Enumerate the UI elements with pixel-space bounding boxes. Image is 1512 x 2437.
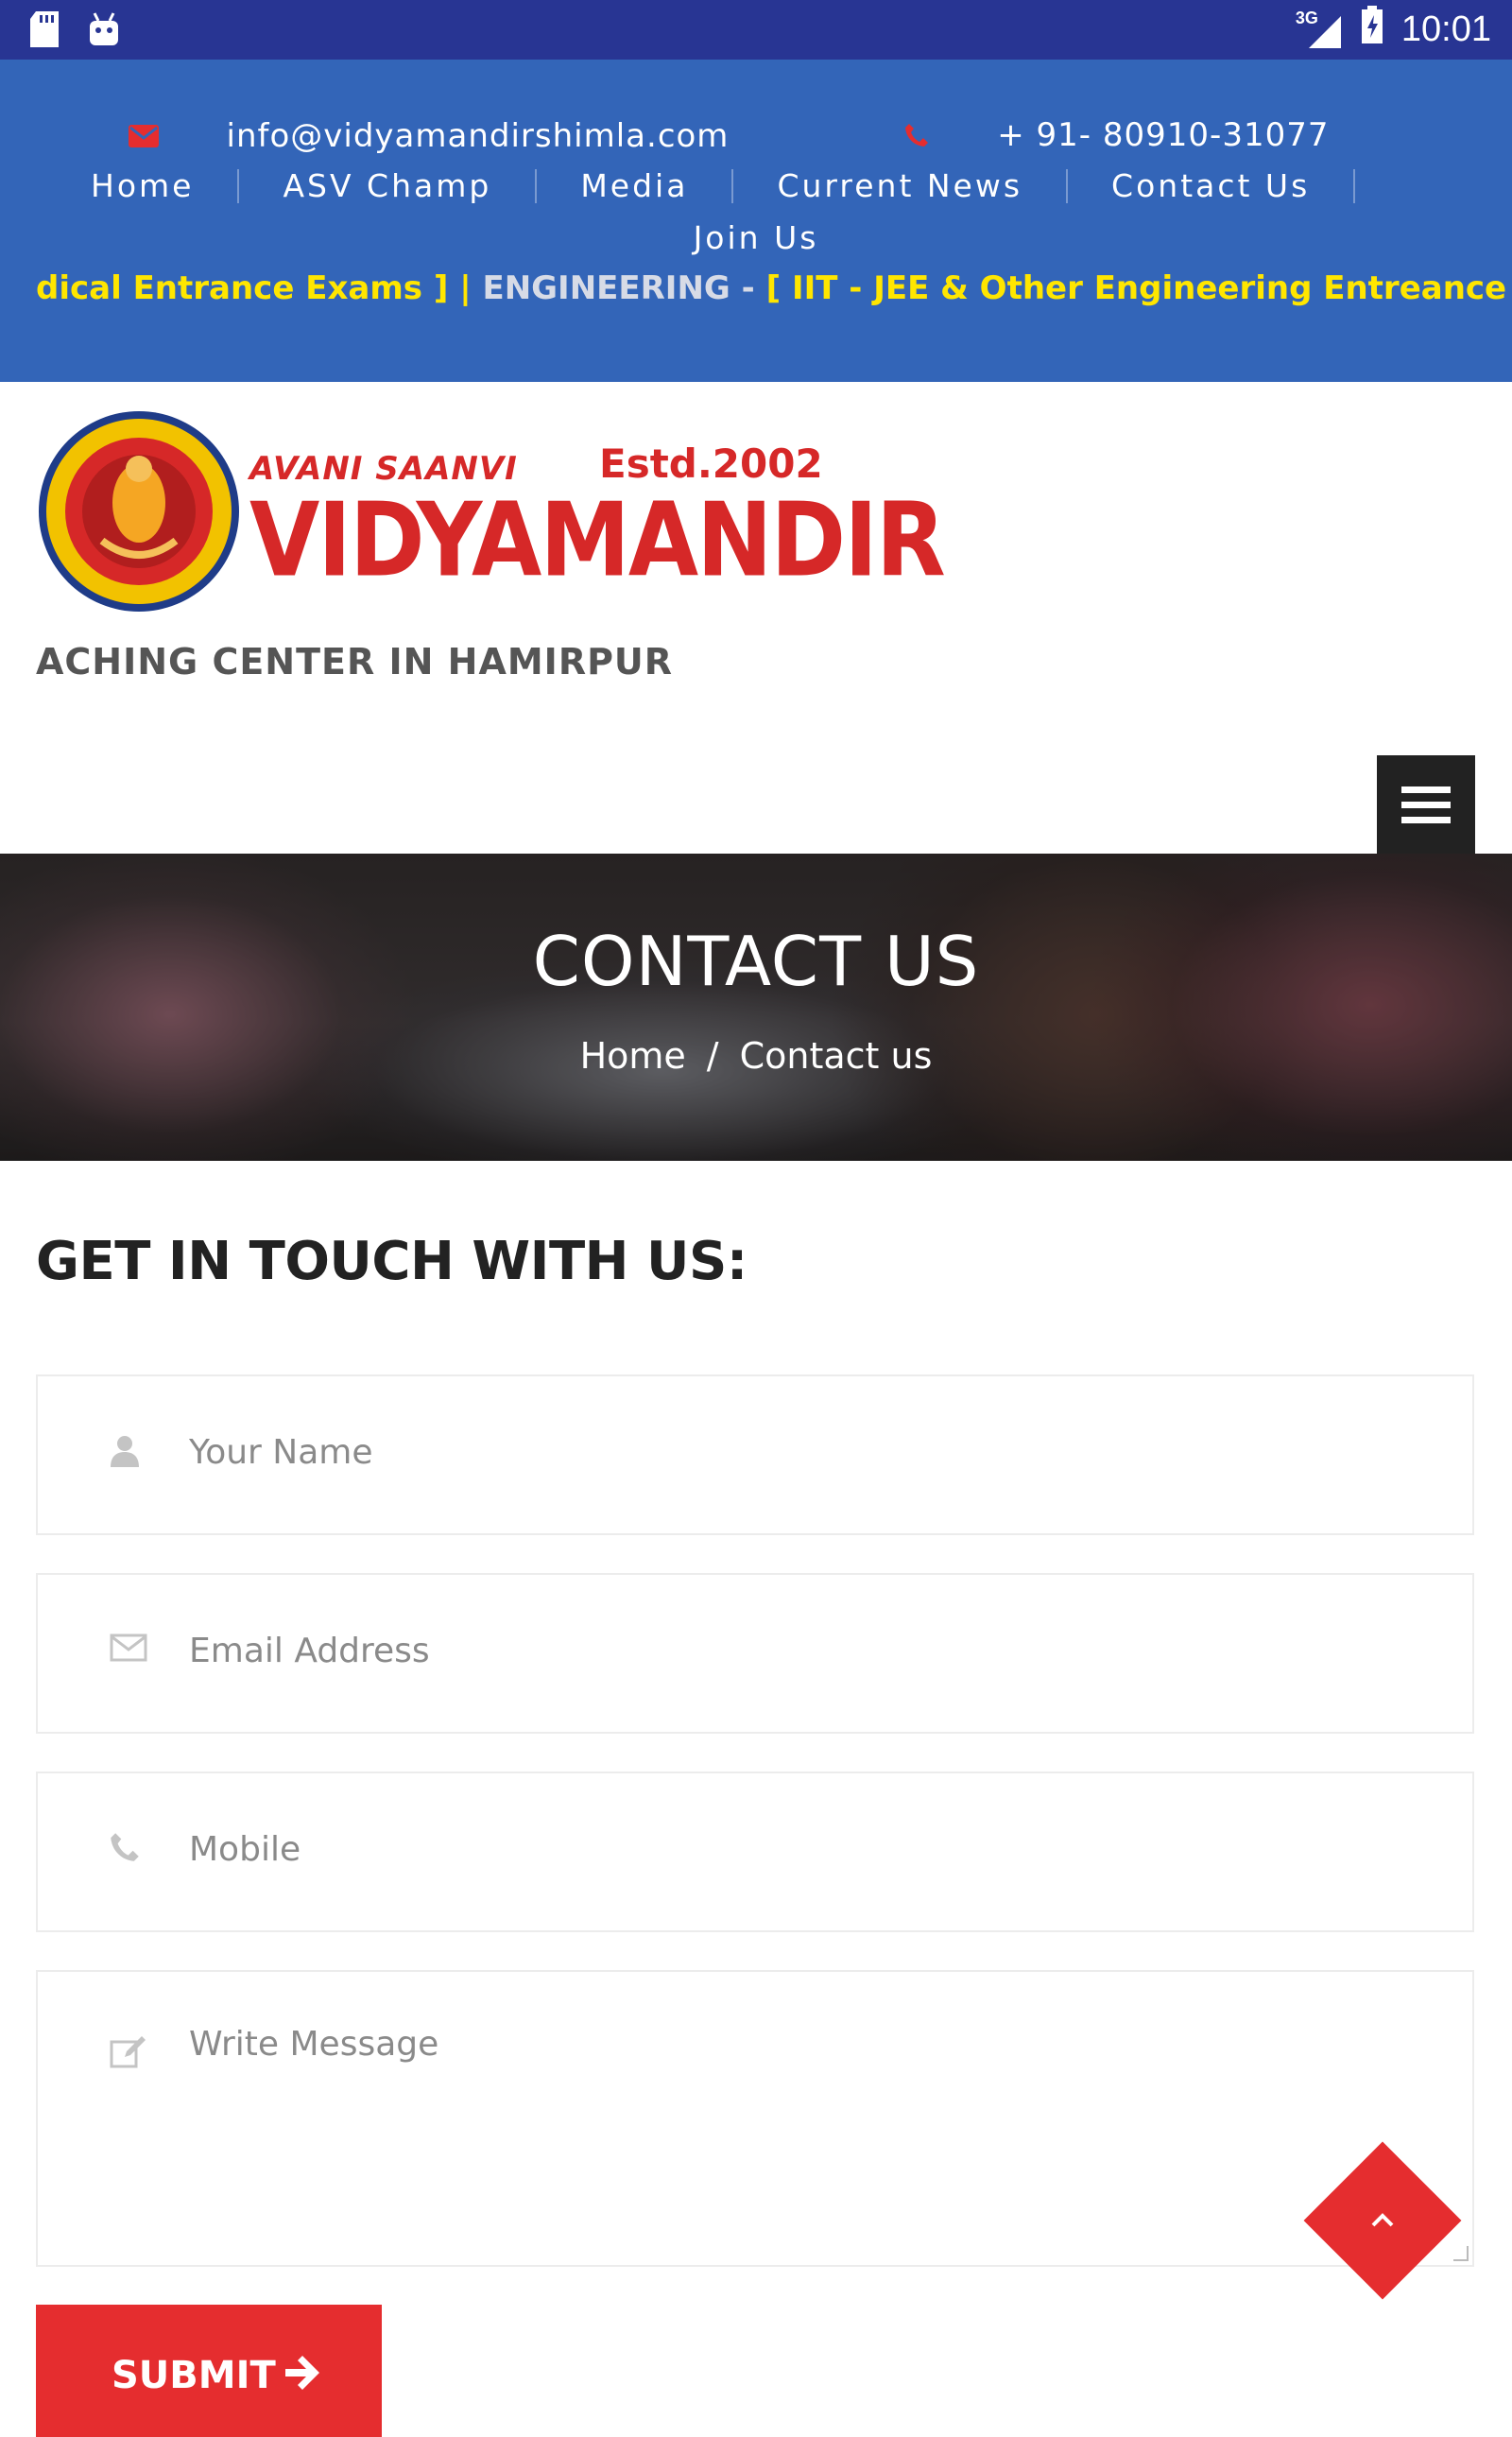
phone-icon xyxy=(110,1832,140,1866)
page-banner: CONTACT US Home / Contact us xyxy=(0,854,1512,1161)
contact-line: info@vidyamandirshimla.com + 91- 80910-3… xyxy=(0,116,1512,156)
breadcrumb-current: Contact us xyxy=(739,1035,933,1077)
sd-card-icon xyxy=(28,11,60,51)
news-marquee: dical Entrance Exams ] | ENGINEERING - [… xyxy=(36,269,1510,307)
breadcrumb-home[interactable]: Home xyxy=(580,1035,686,1077)
email-placeholder: Email Address xyxy=(189,1632,430,1670)
message-placeholder: Write Message xyxy=(189,2025,439,2064)
logo-area: AVANI SAANVI Estd.2002 VIDYAMANDIR ACHIN… xyxy=(0,382,1512,854)
arrow-right-icon xyxy=(284,2356,319,2390)
page-title: CONTACT US xyxy=(532,922,980,1001)
logo-established: Estd.2002 xyxy=(599,441,823,487)
breadcrumb-separator: / xyxy=(706,1035,719,1077)
form-title: GET IN TOUCH WITH US: xyxy=(36,1231,747,1292)
clock: 10:01 xyxy=(1400,9,1491,49)
envelope-icon xyxy=(110,1633,147,1666)
menu-icon[interactable] xyxy=(1377,755,1475,854)
submit-button[interactable]: SUBMIT xyxy=(36,2305,382,2437)
marquee-text-1: dical Entrance Exams ] | xyxy=(36,269,483,307)
user-icon xyxy=(110,1435,140,1471)
chevron-up-icon xyxy=(1371,2213,1394,2227)
email-text: info@vidyamandirshimla.com xyxy=(226,117,730,155)
mobile-placeholder: Mobile xyxy=(189,1830,301,1869)
logo-big-text: VIDYAMANDIR xyxy=(249,481,946,600)
email-link[interactable]: info@vidyamandirshimla.com xyxy=(128,117,784,155)
email-field[interactable]: Email Address xyxy=(36,1573,1474,1734)
network-type: 3G xyxy=(1295,9,1318,27)
status-bar: 3G 10:01 xyxy=(0,0,1512,60)
nav-asv-champ[interactable]: ASV Champ xyxy=(239,169,538,203)
nav-home[interactable]: Home xyxy=(47,169,240,203)
tagline: ACHING CENTER IN HAMIRPUR xyxy=(36,641,674,683)
breadcrumb: Home / Contact us xyxy=(0,1035,1512,1077)
marquee-text-3: [ IIT - JEE & Other Engineering Entreanc… xyxy=(765,269,1510,307)
phone-text: + 91- 80910-31077 xyxy=(997,116,1330,154)
logo-wordmark[interactable]: AVANI SAANVI Estd.2002 VIDYAMANDIR xyxy=(249,441,946,592)
name-field[interactable]: Your Name xyxy=(36,1374,1474,1535)
battery-icon xyxy=(1360,6,1384,53)
nav-media[interactable]: Media xyxy=(537,169,734,203)
mobile-field[interactable]: Mobile xyxy=(36,1772,1474,1932)
signal-icon: 3G xyxy=(1296,9,1343,50)
nav-join-us[interactable]: Join Us xyxy=(694,219,819,256)
phone-link[interactable]: + 91- 80910-31077 xyxy=(904,116,1383,154)
edit-icon xyxy=(110,2034,147,2072)
resize-handle[interactable] xyxy=(1453,2246,1469,2261)
message-field[interactable]: Write Message xyxy=(36,1970,1474,2267)
nav-current-news[interactable]: Current News xyxy=(733,169,1069,203)
envelope-icon xyxy=(128,125,159,147)
top-header: info@vidyamandirshimla.com + 91- 80910-3… xyxy=(0,60,1512,382)
logo-seal[interactable] xyxy=(36,408,242,614)
submit-label: SUBMIT xyxy=(112,2354,276,2397)
phone-icon xyxy=(905,124,929,147)
main-nav: Home ASV Champ Media Current News Contac… xyxy=(0,169,1512,256)
android-icon xyxy=(87,11,121,51)
nav-contact-us[interactable]: Contact Us xyxy=(1068,169,1356,203)
marquee-text-2: ENGINEERING - xyxy=(482,269,766,307)
name-placeholder: Your Name xyxy=(189,1433,373,1472)
